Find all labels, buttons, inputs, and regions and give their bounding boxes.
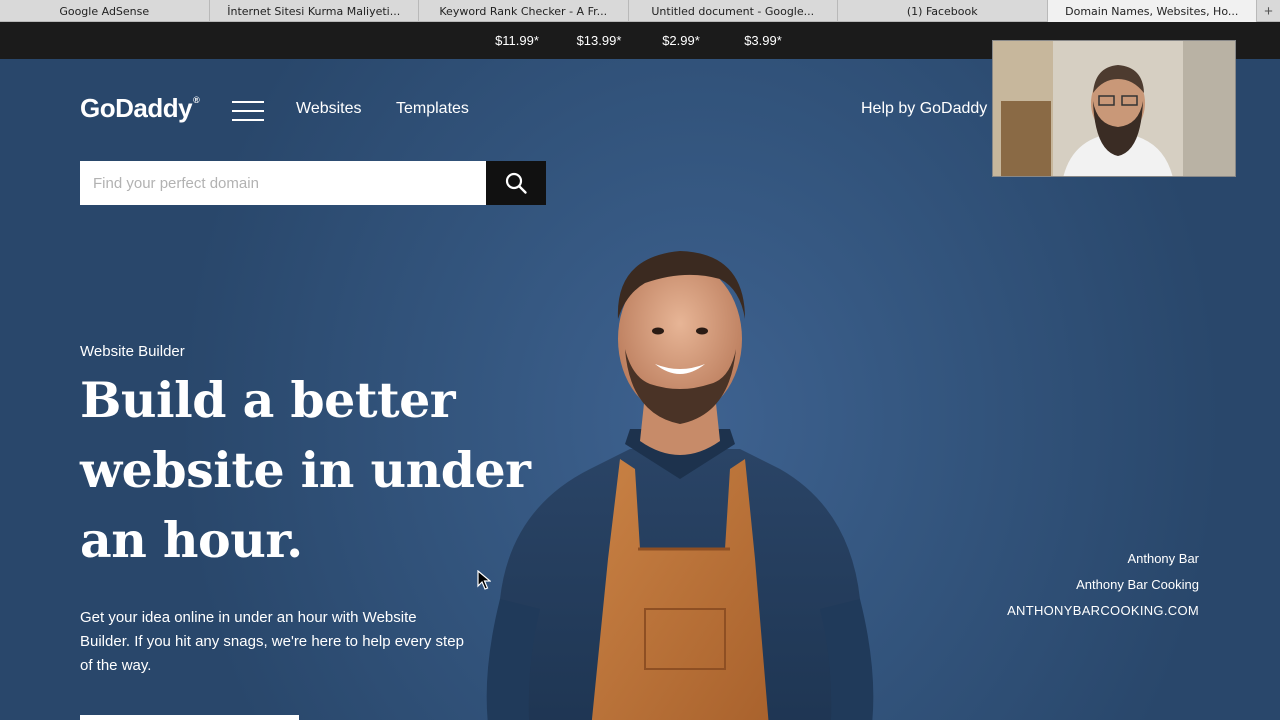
credit-name: Anthony Bar xyxy=(1127,551,1199,566)
browser-tab-label: Domain Names, Websites, Ho... xyxy=(1065,4,1239,18)
promo-price[interactable]: $3.99* xyxy=(722,33,804,48)
browser-tab-label: Untitled document - Google... xyxy=(651,4,815,18)
new-tab-button[interactable]: + xyxy=(1257,0,1280,22)
nav-link-websites[interactable]: Websites xyxy=(296,100,362,118)
webcam-person-image xyxy=(993,41,1235,176)
credit-business: Anthony Bar Cooking xyxy=(1076,577,1199,592)
search-icon xyxy=(505,172,527,194)
hero-subtext: Get your idea online in under an hour wi… xyxy=(80,609,464,674)
promo-price[interactable]: $2.99* xyxy=(640,33,722,48)
hero-headline: Build a better website in under an hour. xyxy=(80,365,540,575)
registered-mark: ® xyxy=(193,95,200,105)
logo-text: GoDaddy xyxy=(80,93,193,123)
nav-link-templates[interactable]: Templates xyxy=(396,100,469,118)
browser-tab-label: Google AdSense xyxy=(59,4,150,18)
browser-tab[interactable]: İnternet Sitesi Kurma Maliyeti... xyxy=(210,0,419,22)
hero-headline-line: an hour. xyxy=(80,511,303,569)
hero-eyebrow: Website Builder xyxy=(80,343,185,360)
browser-tab-strip: Google AdSense İnternet Sitesi Kurma Mal… xyxy=(0,0,1280,22)
domain-search-input[interactable] xyxy=(80,161,486,205)
cta-button[interactable] xyxy=(80,715,299,720)
hero-headline-line: website in under xyxy=(80,441,531,499)
browser-tab[interactable]: Untitled document - Google... xyxy=(629,0,838,22)
browser-tab-label: Keyword Rank Checker - A Fr... xyxy=(439,4,608,18)
browser-tab-label: (1) Facebook xyxy=(906,4,978,18)
hero-headline-line: Build a better xyxy=(80,371,456,429)
credit-site-link[interactable]: ANTHONYBARCOOKING.COM xyxy=(1007,603,1199,618)
domain-search xyxy=(80,161,546,205)
promo-price[interactable]: $11.99* xyxy=(476,33,558,48)
nav-link-help[interactable]: Help by GoDaddy xyxy=(861,100,987,118)
webcam-overlay xyxy=(992,40,1236,177)
browser-tab[interactable]: (1) Facebook xyxy=(838,0,1048,22)
mouse-cursor-icon xyxy=(477,570,491,590)
promo-price[interactable]: $13.99* xyxy=(558,33,640,48)
browser-tab-active[interactable]: Domain Names, Websites, Ho... xyxy=(1047,0,1257,22)
godaddy-logo[interactable]: GoDaddy ® xyxy=(80,93,200,124)
hamburger-menu-icon[interactable] xyxy=(232,101,264,121)
search-button[interactable] xyxy=(486,161,546,205)
browser-tab-label: İnternet Sitesi Kurma Maliyeti... xyxy=(227,4,401,18)
browser-tab[interactable]: Google AdSense xyxy=(0,0,210,22)
browser-tab[interactable]: Keyword Rank Checker - A Fr... xyxy=(419,0,629,22)
